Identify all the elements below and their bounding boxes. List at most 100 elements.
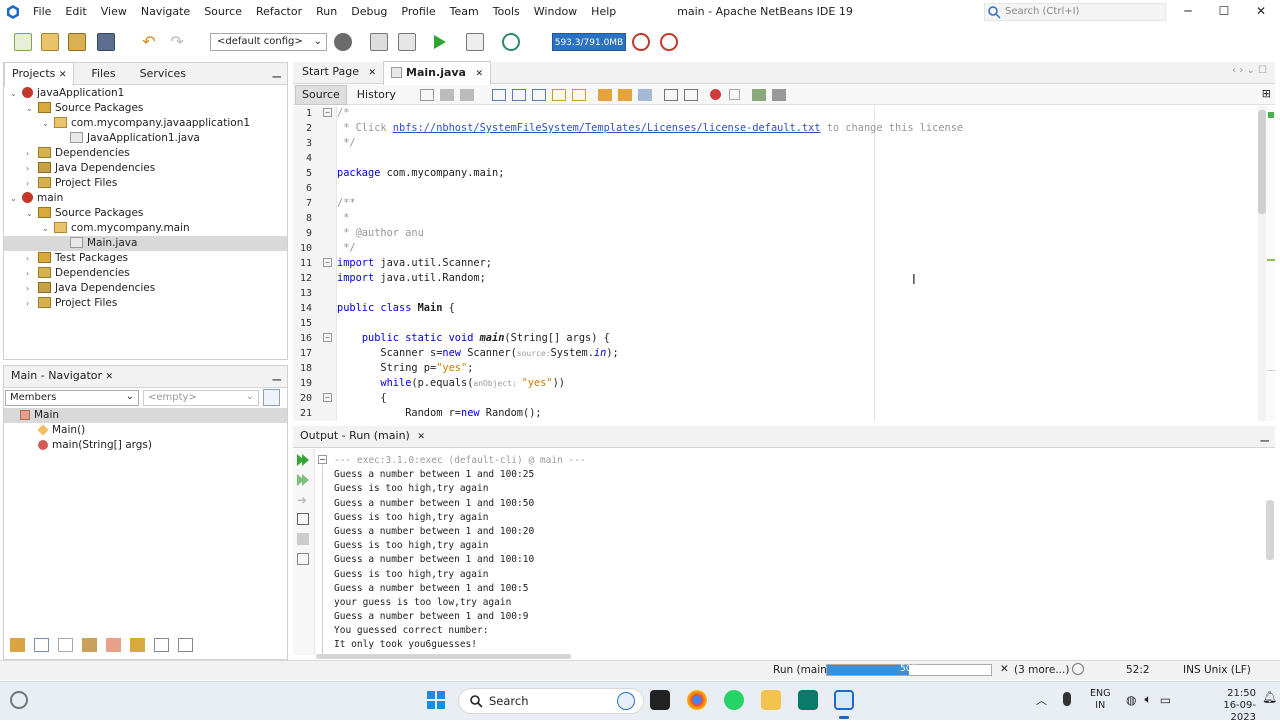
- find-next-icon[interactable]: [531, 88, 546, 101]
- collapsed-chevron-icon[interactable]: ›: [26, 161, 29, 176]
- config-select[interactable]: <default config> ⌄: [210, 33, 327, 51]
- expanded-chevron-icon[interactable]: ⌄: [42, 221, 49, 236]
- language-indicator[interactable]: ENG IN: [1090, 688, 1110, 712]
- shift-left-icon[interactable]: [663, 88, 678, 101]
- toggle-rect-icon[interactable]: [571, 88, 586, 101]
- tree-item[interactable]: ⌄ main: [4, 191, 287, 206]
- notification-bell-icon[interactable]: 🔔︎: [1262, 690, 1277, 704]
- toggle-bookmark-icon[interactable]: [637, 88, 652, 101]
- shift-right-icon[interactable]: [683, 88, 698, 101]
- settings-icon[interactable]: [297, 513, 309, 525]
- last-edit-icon[interactable]: [419, 88, 434, 101]
- sort-position-icon[interactable]: [178, 638, 193, 652]
- tree-item[interactable]: ⌄ Source Packages: [4, 101, 287, 116]
- expanded-chevron-icon[interactable]: ⌄: [42, 116, 49, 131]
- tree-item[interactable]: ⌄ com.mycompany.javaapplication1: [4, 116, 287, 131]
- network-icon[interactable]: ◍: [1126, 693, 1136, 707]
- stripe-mark[interactable]: [1267, 259, 1275, 261]
- tree-item[interactable]: › Test Packages: [4, 251, 287, 266]
- debug-icon[interactable]: [466, 33, 484, 51]
- scope-select[interactable]: <empty> ⌄: [143, 390, 259, 406]
- clock[interactable]: 21:50 16-09-2023: [1204, 688, 1256, 724]
- filter-nonpublic-icon[interactable]: [82, 638, 97, 652]
- profile-icon[interactable]: [502, 33, 520, 51]
- filter-sort-icon[interactable]: [130, 638, 145, 652]
- memory-indicator[interactable]: 593.3/791.0MB: [552, 33, 626, 51]
- undo-icon[interactable]: ↶: [140, 33, 158, 51]
- stop-icon[interactable]: [297, 533, 309, 545]
- tree-item[interactable]: › Project Files: [4, 296, 287, 311]
- open-project-icon[interactable]: [68, 33, 86, 51]
- clean-build-icon[interactable]: [398, 33, 416, 51]
- minimize-button[interactable]: ─: [1179, 4, 1197, 20]
- cancel-task-icon[interactable]: ✕: [1000, 663, 1009, 675]
- close-icon[interactable]: ✕: [417, 432, 425, 442]
- expanded-chevron-icon[interactable]: ⌄: [10, 86, 17, 101]
- window-menu-icons[interactable]: ‹ › ⌄ ☐: [1232, 65, 1267, 76]
- run-status-label[interactable]: Run (main): [773, 664, 831, 676]
- close-icon[interactable]: ✕: [475, 69, 483, 79]
- menu-navigate[interactable]: Navigate: [141, 5, 190, 18]
- tab-projects[interactable]: Projects ✕: [4, 61, 75, 86]
- menu-view[interactable]: View: [101, 5, 127, 18]
- task-view-icon[interactable]: [650, 690, 670, 710]
- expanded-chevron-icon[interactable]: ⌄: [26, 206, 33, 221]
- tab-files[interactable]: Files: [84, 63, 122, 85]
- menu-profile[interactable]: Profile: [401, 5, 435, 18]
- taskbar-search[interactable]: Search: [458, 688, 644, 714]
- start-icon[interactable]: [427, 691, 445, 709]
- widgets-icon[interactable]: [10, 691, 28, 709]
- members-select[interactable]: Members ⌄: [5, 390, 139, 406]
- file-explorer-icon[interactable]: [761, 690, 781, 710]
- sort-alpha-icon[interactable]: [154, 638, 169, 652]
- tree-item[interactable]: ⌄ com.mycompany.main: [4, 221, 287, 236]
- tab-navigator[interactable]: Main - Navigator ✕: [4, 365, 120, 388]
- volume-icon[interactable]: 🔈︎: [1144, 692, 1151, 707]
- new-project-icon[interactable]: [41, 33, 59, 51]
- expanded-chevron-icon[interactable]: ⌄: [26, 101, 33, 116]
- chrome-icon[interactable]: [687, 690, 707, 710]
- filter-icon[interactable]: [263, 389, 280, 406]
- menu-file[interactable]: File: [33, 5, 51, 18]
- minimize-panel-icon[interactable]: ▁: [1261, 429, 1269, 442]
- navigator-item[interactable]: main(String[] args): [4, 438, 287, 453]
- tree-item[interactable]: › Project Files: [4, 176, 287, 191]
- fold-toggle-icon[interactable]: −: [323, 258, 332, 267]
- tree-item[interactable]: › Dependencies: [4, 266, 287, 281]
- minimize-panel-icon[interactable]: ▁: [273, 65, 281, 78]
- fold-toggle-icon[interactable]: −: [323, 108, 332, 117]
- close-window-button[interactable]: ✕: [1252, 4, 1270, 20]
- cisco-icon[interactable]: [798, 690, 818, 710]
- collapsed-chevron-icon[interactable]: ›: [26, 281, 29, 296]
- tree-item[interactable]: › Dependencies: [4, 146, 287, 161]
- collapsed-chevron-icon[interactable]: ›: [26, 146, 29, 161]
- rerun-icon[interactable]: [296, 453, 310, 467]
- menu-refactor[interactable]: Refactor: [256, 5, 302, 18]
- tab-main-java[interactable]: Main.java ✕: [383, 60, 492, 85]
- code-editor[interactable]: /* * Click nbfs://nbhost/SystemFileSyste…: [337, 106, 1257, 421]
- tab-start-page[interactable]: Start Page ✕: [295, 61, 383, 84]
- menu-edit[interactable]: Edit: [65, 5, 86, 18]
- split-editor-icon[interactable]: ⊞: [1262, 87, 1271, 100]
- close-icon[interactable]: ✕: [59, 70, 67, 80]
- output-vscrollbar[interactable]: [1266, 500, 1274, 560]
- stripe-mark[interactable]: [1267, 370, 1275, 371]
- uncomment-icon[interactable]: [771, 88, 786, 101]
- globe-icon[interactable]: [334, 33, 352, 51]
- forward-icon[interactable]: [459, 88, 474, 101]
- menu-run[interactable]: Run: [316, 5, 337, 18]
- next-bookmark-icon[interactable]: [617, 88, 632, 101]
- collapsed-chevron-icon[interactable]: ›: [26, 251, 29, 266]
- prev-bookmark-icon[interactable]: [597, 88, 612, 101]
- notifications-icon[interactable]: [1072, 663, 1084, 675]
- fold-toggle-icon[interactable]: −: [323, 333, 332, 342]
- filter-fields-icon[interactable]: [10, 638, 25, 652]
- filter-local-icon[interactable]: [106, 638, 121, 652]
- tab-output-run[interactable]: Output - Run (main) ✕: [293, 425, 432, 448]
- history-tab[interactable]: History: [351, 86, 402, 104]
- rerun-goals-icon[interactable]: [296, 473, 310, 487]
- license-link[interactable]: nbfs://nbhost/SystemFileSystem/Templates…: [393, 122, 821, 134]
- editor-scrollbar[interactable]: [1258, 106, 1266, 421]
- back-icon[interactable]: [439, 88, 454, 101]
- run-icon[interactable]: [430, 33, 448, 51]
